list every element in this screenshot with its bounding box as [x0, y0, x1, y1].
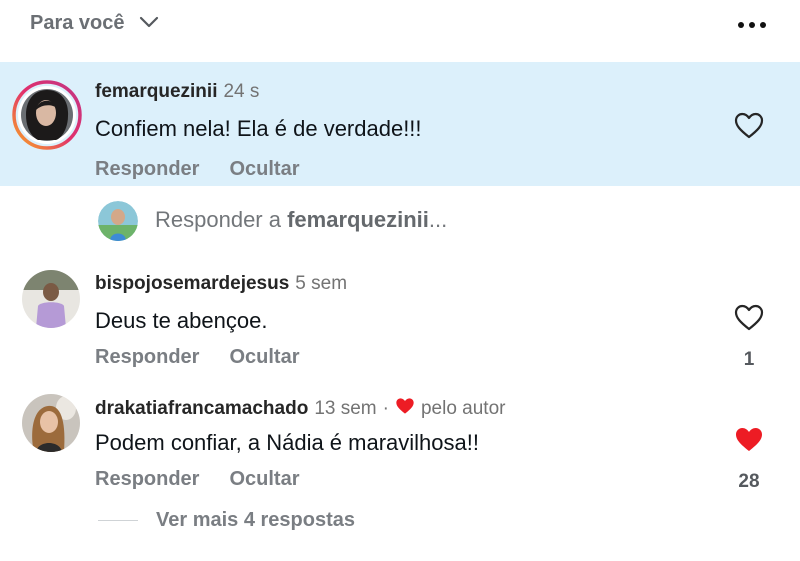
comment-text: Confiem nela! Ela é de verdade!!!: [95, 116, 422, 141]
comment-time: 13 sem: [314, 398, 377, 419]
reply-button[interactable]: Responder: [95, 158, 199, 181]
comment-text: Podem confiar, a Nádia é maravilhosa!!: [95, 430, 479, 455]
comment-actions: Responder Ocultar: [95, 158, 300, 181]
comment-item: femarquezinii 24 s Confiem nela! Ela é d…: [0, 62, 800, 186]
sort-filter-label: Para você: [30, 12, 125, 34]
comment-time: 5 sem: [295, 273, 348, 294]
heart-filled-icon: [734, 426, 764, 458]
liked-by-author-label: pelo autor: [420, 398, 506, 419]
hide-button[interactable]: Ocultar: [229, 468, 299, 491]
avatar[interactable]: [22, 394, 80, 452]
like-count: 1: [743, 349, 755, 370]
comment-text: Deus te abençoe.: [95, 308, 268, 333]
sort-filter-dropdown[interactable]: Para você: [30, 12, 159, 35]
more-horizontal-icon: [737, 16, 767, 34]
like-button[interactable]: [732, 112, 766, 144]
reply-composer-placeholder[interactable]: Responder a femarquezinii...: [155, 207, 447, 233]
reply-target-username: femarquezinii: [287, 207, 429, 232]
comments-header: Para você: [0, 0, 800, 58]
reply-button[interactable]: Responder: [95, 468, 199, 491]
comment-header: femarquezinii 24 s: [95, 81, 259, 103]
separator-dot: ·: [382, 398, 389, 419]
view-more-replies-button[interactable]: Ver mais 4 respostas: [98, 509, 355, 532]
heart-outline-icon: [734, 304, 764, 336]
chevron-down-icon: [139, 15, 159, 33]
like-button[interactable]: [732, 426, 766, 458]
heart-outline-icon: [734, 112, 764, 144]
hide-button[interactable]: Ocultar: [229, 158, 299, 181]
comment-header: drakatiafrancamachado 13 sem · pelo auto…: [95, 397, 505, 421]
reply-prefix: Responder a: [155, 207, 288, 232]
comment-time: 24 s: [223, 81, 260, 102]
reply-ellipsis: ...: [428, 207, 448, 232]
comment-actions: Responder Ocultar: [95, 346, 300, 369]
like-button[interactable]: [732, 304, 766, 336]
reply-button[interactable]: Responder: [95, 346, 199, 369]
avatar[interactable]: [12, 80, 82, 150]
heart-filled-icon: [395, 397, 415, 421]
divider-line: [98, 520, 138, 521]
comment-item: bispojosemardejesus 5 sem Deus te abenço…: [0, 262, 800, 380]
hide-button[interactable]: Ocultar: [229, 346, 299, 369]
like-count: 28: [738, 471, 760, 492]
comment-username[interactable]: femarquezinii: [95, 81, 217, 103]
comment-username[interactable]: bispojosemardejesus: [95, 273, 289, 295]
comment-username[interactable]: drakatiafrancamachado: [95, 398, 308, 420]
more-options-button[interactable]: [732, 10, 772, 40]
comment-actions: Responder Ocultar: [95, 468, 300, 491]
comment-header: bispojosemardejesus 5 sem: [95, 273, 347, 295]
comment-item: drakatiafrancamachado 13 sem · pelo auto…: [0, 386, 800, 506]
avatar[interactable]: [22, 270, 80, 328]
avatar: [98, 201, 138, 241]
view-more-replies-label: Ver mais 4 respostas: [156, 509, 356, 531]
